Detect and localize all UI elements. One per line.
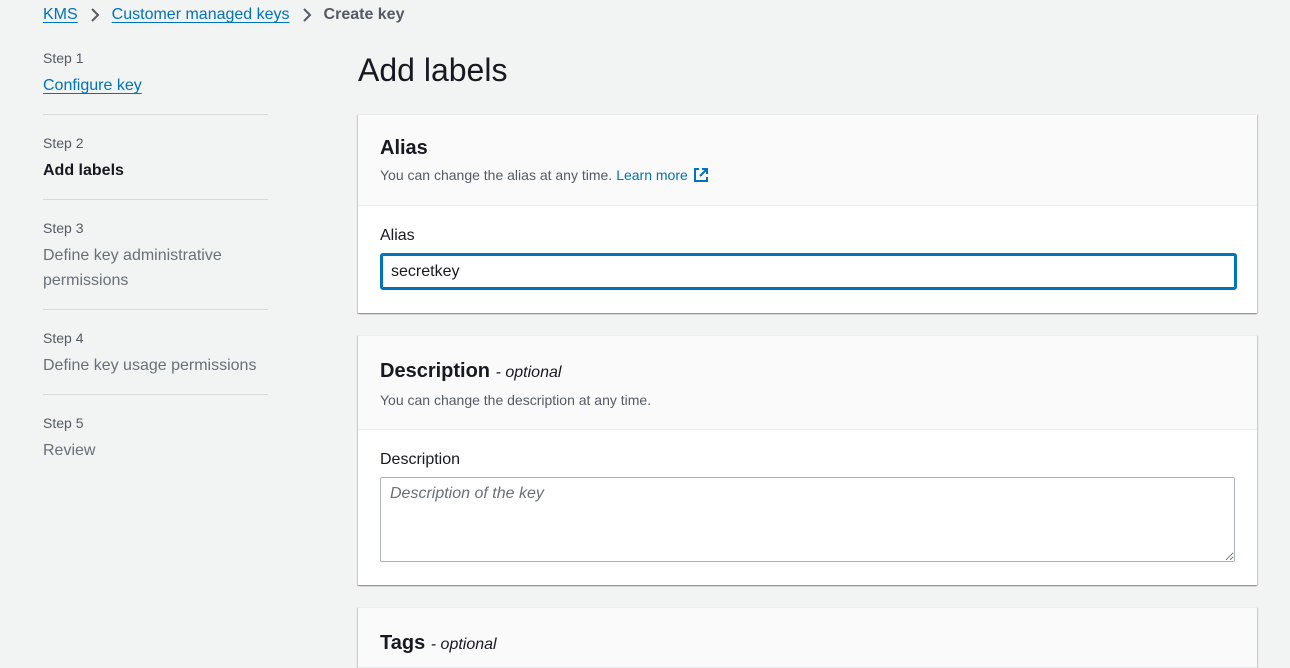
alias-field-label: Alias: [380, 227, 415, 244]
learn-more-label: Learn more: [616, 167, 688, 183]
chevron-right-icon: [90, 8, 100, 22]
step-title-admin-permissions: Define key administrative permissions: [43, 247, 222, 289]
chevron-right-icon: [302, 8, 312, 22]
step-link-configure-key[interactable]: Configure key: [43, 73, 142, 98]
description-panel-title: Description - optional: [380, 358, 1235, 386]
alias-input[interactable]: [380, 253, 1237, 290]
tags-panel: Tags - optional: [358, 607, 1257, 668]
step-number: Step 5: [43, 415, 84, 431]
optional-label: - optional: [430, 636, 497, 653]
step-number: Step 4: [43, 330, 84, 346]
wizard-step-4: Step 4 Define key usage permissions: [43, 330, 268, 395]
step-title-usage-permissions: Define key usage permissions: [43, 357, 257, 374]
step-title-review: Review: [43, 442, 96, 459]
tags-panel-header: Tags - optional: [358, 608, 1257, 668]
breadcrumb-kms-link[interactable]: KMS: [43, 6, 78, 24]
step-number: Step 2: [43, 135, 84, 151]
alias-panel-title: Alias: [380, 137, 428, 159]
breadcrumb-current: Create key: [323, 6, 405, 23]
description-panel: Description - optional You can change th…: [358, 335, 1257, 585]
alias-panel-description: You can change the alias at any time. Le…: [380, 165, 1235, 185]
step-number: Step 1: [43, 50, 84, 66]
wizard-steps: Step 1 Configure key Step 2 Add labels S…: [43, 50, 268, 499]
wizard-step-3: Step 3 Define key administrative permiss…: [43, 220, 268, 310]
step-number: Step 3: [43, 220, 84, 236]
alias-description-text: You can change the alias at any time.: [380, 167, 613, 183]
description-textarea[interactable]: [380, 477, 1235, 562]
learn-more-link[interactable]: Learn more: [616, 165, 709, 185]
optional-label: - optional: [495, 364, 562, 381]
breadcrumb-customer-managed-keys-link[interactable]: Customer managed keys: [112, 6, 290, 24]
wizard-step-5: Step 5 Review: [43, 415, 268, 479]
description-panel-description: You can change the description at any ti…: [380, 392, 652, 408]
alias-panel-header: Alias You can change the alias at any ti…: [358, 115, 1257, 206]
wizard-step-2: Step 2 Add labels: [43, 135, 268, 200]
tags-panel-title: Tags - optional: [380, 630, 1235, 658]
description-panel-body: Description: [358, 430, 1257, 567]
step-title-add-labels: Add labels: [43, 162, 124, 179]
description-panel-title-text: Description: [380, 360, 491, 382]
description-field-label: Description: [380, 451, 461, 468]
external-link-icon: [693, 167, 709, 183]
alias-panel: Alias You can change the alias at any ti…: [358, 114, 1257, 313]
breadcrumb: KMS Customer managed keys Create key: [43, 5, 404, 25]
wizard-step-1: Step 1 Configure key: [43, 50, 268, 115]
description-panel-header: Description - optional You can change th…: [358, 336, 1257, 430]
alias-panel-body: Alias: [358, 206, 1257, 290]
page-title: Add labels: [358, 52, 508, 88]
